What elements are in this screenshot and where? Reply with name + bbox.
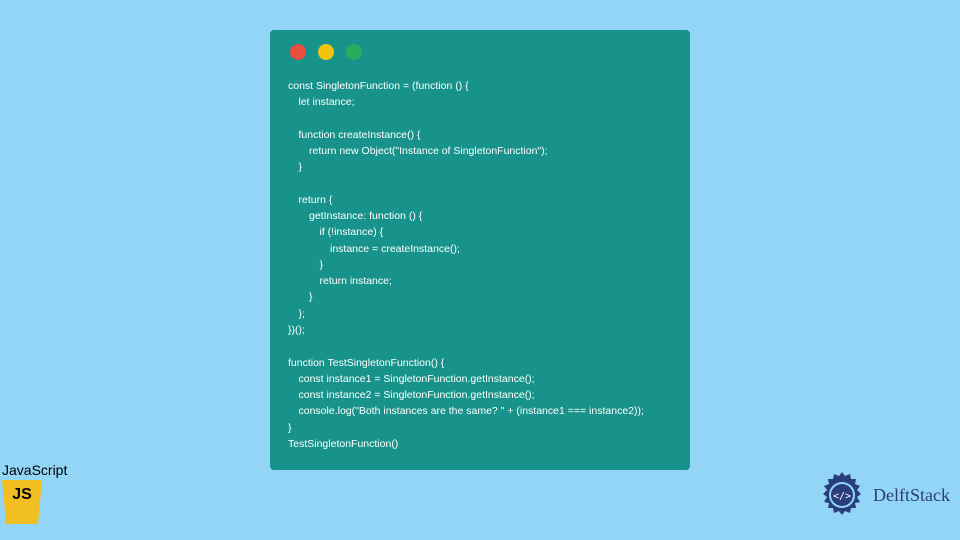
close-icon[interactable]: [290, 44, 306, 60]
code-window: const SingletonFunction = (function () {…: [270, 30, 690, 470]
javascript-icon: [2, 480, 42, 524]
javascript-label: JavaScript: [2, 462, 67, 478]
delftstack-label: DelftStack: [873, 485, 950, 506]
code-content: const SingletonFunction = (function () {…: [288, 78, 672, 452]
javascript-badge: JavaScript: [2, 462, 67, 524]
delftstack-logo-icon: </>: [817, 470, 867, 520]
traffic-lights: [290, 44, 672, 60]
delftstack-badge: </> DelftStack: [817, 470, 950, 520]
svg-text:</>: </>: [833, 491, 851, 502]
minimize-icon[interactable]: [318, 44, 334, 60]
maximize-icon[interactable]: [346, 44, 362, 60]
